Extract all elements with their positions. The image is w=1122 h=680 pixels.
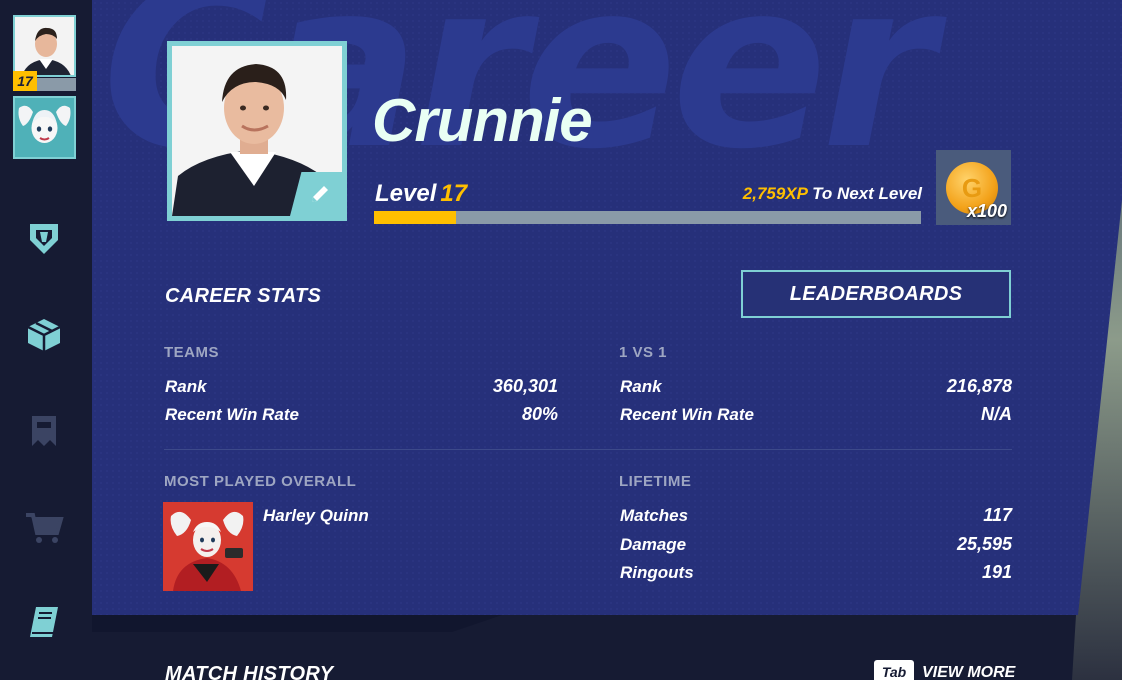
loot-box-icon[interactable] [22,313,66,357]
onevone-rank-label: Rank [620,377,662,396]
xp-progress-fill [374,211,457,224]
harley-quinn-art-icon [163,502,253,591]
harley-quinn-thumb[interactable] [163,502,253,591]
battle-pass-icon[interactable] [22,408,66,452]
onevone-winrate-label: Recent Win Rate [620,405,754,424]
rail-level-badge: 17 [13,71,37,91]
xp-suffix: To Next Level [812,184,922,203]
pencil-icon [312,186,328,202]
xp-to-next: 2,759XP To Next Level [650,184,922,204]
matches-value: 117 [983,505,1012,525]
left-rail: 17 [0,0,92,680]
character-harley-thumb[interactable] [13,96,76,159]
onevone-rank-value: 216,878 [946,376,1012,396]
teams-heading: TEAMS [164,344,219,361]
stats-divider [164,449,1012,450]
career-stats-title: CAREER STATS [165,285,322,307]
xp-progress-bar [374,211,921,224]
matches-label: Matches [620,506,689,525]
level-text: Level [375,180,437,207]
match-history-title: MATCH HISTORY [165,663,334,680]
teams-winrate-value: 80% [521,404,558,424]
player-portrait [167,41,347,221]
ringouts-value: 191 [981,562,1012,582]
shield-icon[interactable] [22,216,66,260]
level-label: Level 17 [375,180,467,208]
onevone-heading: 1 VS 1 [619,344,668,361]
teams-winrate-label: Recent Win Rate [165,405,299,424]
player-avatar-thumb[interactable] [13,15,76,77]
shop-cart-icon[interactable] [22,505,66,549]
teams-rank-label: Rank [165,377,207,396]
teams-rank-value: 360,301 [492,376,558,396]
most-played-heading: MOST PLAYED OVERALL [164,473,357,490]
harley-portrait-icon [15,98,74,157]
onevone-winrate-value: N/A [981,404,1012,424]
level-reward[interactable]: G x100 [936,150,1011,225]
ringouts-label: Ringouts [620,563,694,582]
tab-key-hint: Tab [874,660,914,680]
player-portrait-icon [15,17,74,75]
damage-label: Damage [620,535,687,554]
lifetime-heading: LIFETIME [619,473,692,490]
leaderboards-button[interactable]: LEADERBOARDS [741,270,1011,318]
level-number: 17 [440,180,468,207]
book-icon[interactable] [22,601,66,645]
reward-quantity: x100 [966,201,1007,221]
xp-value: 2,759XP [742,184,808,203]
most-played-character: Harley Quinn [263,506,369,525]
damage-value: 25,595 [956,534,1012,554]
view-more-link[interactable]: VIEW MORE [922,664,1015,680]
player-name: Crunnie [372,87,593,154]
